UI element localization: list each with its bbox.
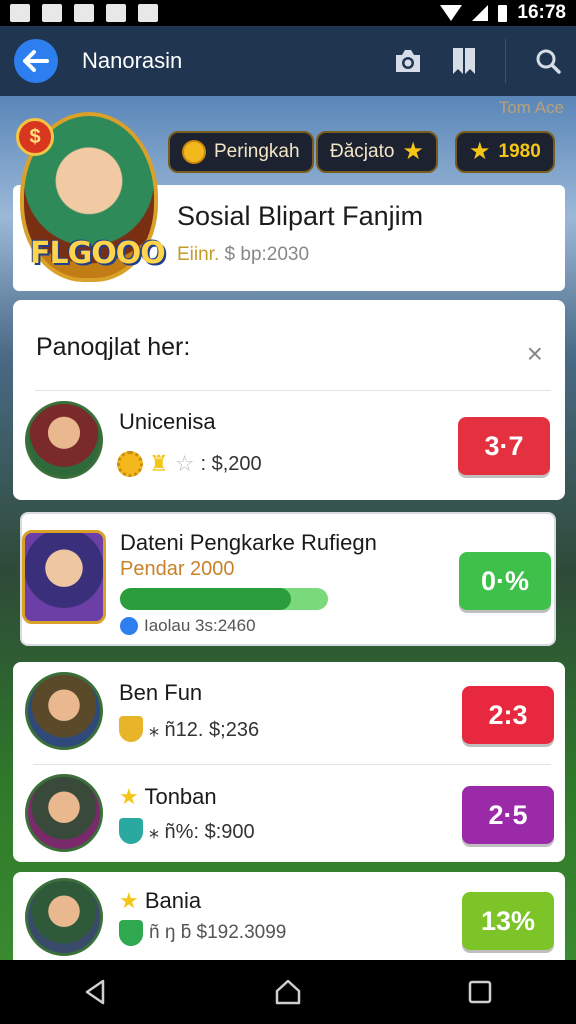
profile-subtitle: Eiinr. $ bp:2030: [177, 244, 565, 266]
progress-fill: [120, 588, 291, 610]
player-meta-text: ñ ŋ ƃ $192.3099: [149, 922, 287, 943]
list-item[interactable]: ★ Bania ñ ŋ ƃ $192.3099 13%: [13, 874, 565, 960]
arrow-left-icon: [23, 50, 49, 72]
status-time: 16:78: [517, 2, 566, 23]
profile-name: Sosial Blipart Fanjim: [177, 201, 424, 231]
score-badge[interactable]: 0·%: [459, 552, 551, 610]
shield-icon: [119, 920, 143, 946]
player-meta-text: ⁎ ñ12. $;236: [149, 718, 260, 741]
player-meta: ñ ŋ ƃ $192.3099: [119, 920, 286, 946]
player-meta: ⁎ ñ%: $:900: [119, 818, 255, 844]
badge-pill-label: Đăcjato: [330, 141, 395, 162]
coin-icon: $: [16, 118, 54, 156]
system-nav-bar: [0, 960, 576, 1024]
star-icon: ☆: [174, 451, 195, 476]
player-subtitle: Pendar 2000: [120, 558, 235, 580]
rank-pill[interactable]: Peringkah: [168, 131, 314, 173]
rank-pill-label: Peringkah: [214, 141, 300, 162]
profile-sub-value: $ bp:2030: [224, 244, 310, 265]
coin-icon: [182, 140, 206, 164]
avatar: [25, 878, 103, 956]
camera-icon[interactable]: [393, 47, 423, 75]
shield-icon: [119, 716, 143, 742]
list-item[interactable]: Dateni Pengkarke Rufiegn Pendar 2000 Iao…: [20, 512, 556, 646]
player-meta: ⁎ ñ12. $;236: [119, 716, 259, 742]
battery-icon: [498, 4, 508, 22]
divider: [35, 390, 551, 391]
player-meta: ♜ ☆ : $,200: [117, 451, 262, 477]
score-badge[interactable]: 13%: [462, 892, 554, 950]
toolbar-divider: [505, 39, 506, 83]
bookmark-icon[interactable]: [451, 46, 477, 76]
score-badge[interactable]: 2·5: [462, 786, 554, 844]
list-item[interactable]: ★ Tonban ⁎ ñ%: $:900 2·5: [13, 770, 565, 860]
player-meta-text: : $,200: [200, 452, 262, 475]
avatar: [25, 672, 103, 750]
notification-icon: [10, 4, 30, 22]
back-triangle-icon[interactable]: [81, 977, 111, 1007]
points-pill-value: 1980: [498, 141, 541, 162]
star-icon: ★: [119, 784, 139, 809]
avatar: [22, 530, 106, 624]
divider: [33, 764, 551, 765]
home-icon[interactable]: [273, 977, 303, 1007]
trophy-icon: ♜: [149, 451, 169, 476]
score-badge[interactable]: 2:3: [462, 686, 554, 744]
player-name: ★ Tonban: [119, 784, 217, 810]
game-logo: FLGOOO: [30, 236, 166, 271]
list-item[interactable]: Unicenisa ♜ ☆ : $,200 3·7: [13, 395, 565, 495]
notification-icon: [138, 4, 158, 22]
score-badge[interactable]: 3·7: [458, 417, 550, 475]
notification-icon: [106, 4, 126, 22]
shield-icon: [119, 818, 143, 844]
profile-sub-tag: Eiinr.: [177, 244, 220, 265]
player-name-text: Bania: [144, 888, 202, 913]
player-meta-text: ⁎ ñ%: $:900: [149, 820, 255, 843]
player-meta-text: Iaolau 3s:2460: [144, 616, 256, 635]
player-name: Unicenisa: [119, 409, 216, 434]
recent-apps-icon[interactable]: [465, 977, 495, 1007]
search-icon[interactable]: [534, 47, 562, 75]
app-bar: Nanorasin: [0, 26, 576, 96]
info-icon: [120, 617, 138, 635]
scene-label: Tom Ace: [498, 98, 564, 117]
avatar: [25, 774, 103, 852]
player-name: ★ Bania: [119, 888, 201, 914]
avatar: [25, 401, 103, 479]
player-meta: Iaolau 3s:2460: [120, 616, 256, 636]
notification-icon: [42, 4, 62, 22]
list-item[interactable]: Ben Fun ⁎ ñ12. $;236 2:3: [13, 668, 565, 764]
gear-icon: [117, 451, 143, 477]
player-name: Dateni Pengkarke Rufiegn: [120, 530, 377, 555]
back-button[interactable]: [14, 39, 58, 83]
player-name-text: Tonban: [144, 784, 217, 809]
badge-pill[interactable]: Đăcjato ★: [316, 131, 438, 173]
star-icon: ★: [119, 888, 139, 913]
player-name: Ben Fun: [119, 680, 203, 705]
close-icon[interactable]: ×: [527, 338, 543, 370]
panel-title: Panoqjlat her:: [36, 333, 191, 361]
points-pill[interactable]: ★ 1980: [455, 131, 555, 173]
star-icon: ★: [402, 138, 424, 165]
wifi-icon: [440, 5, 463, 21]
star-icon: ★: [469, 138, 491, 165]
app-title: Nanorasin: [82, 48, 183, 73]
progress-bar: [120, 588, 328, 610]
notification-icon: [74, 4, 94, 22]
status-bar: 16:78: [0, 0, 576, 26]
signal-icon: [472, 5, 489, 21]
